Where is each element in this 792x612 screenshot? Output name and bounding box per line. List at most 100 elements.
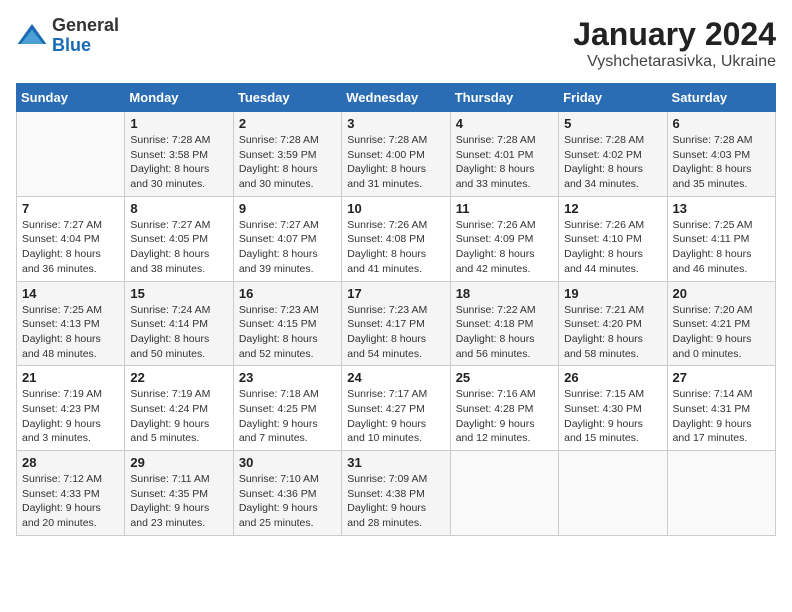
calendar-header: SundayMondayTuesdayWednesdayThursdayFrid… (17, 84, 776, 112)
calendar-cell: 12 Sunrise: 7:26 AMSunset: 4:10 PMDayligh… (559, 196, 667, 281)
calendar-cell (559, 451, 667, 536)
day-number: 13 (673, 201, 770, 216)
logo: General Blue (16, 16, 119, 56)
calendar-cell (667, 451, 775, 536)
day-number: 14 (22, 286, 119, 301)
day-number: 22 (130, 370, 227, 385)
week-row-2: 7 Sunrise: 7:27 AMSunset: 4:04 PMDaylight… (17, 196, 776, 281)
calendar-cell: 16 Sunrise: 7:23 AMSunset: 4:15 PMDayligh… (233, 281, 341, 366)
day-info: Sunrise: 7:26 AMSunset: 4:10 PMDaylight:… (564, 218, 661, 277)
week-row-4: 21 Sunrise: 7:19 AMSunset: 4:23 PMDayligh… (17, 366, 776, 451)
calendar-cell: 15Sunrise: 7:24 AMSunset: 4:14 PMDayligh… (125, 281, 233, 366)
day-number: 20 (673, 286, 770, 301)
header-day-monday: Monday (125, 84, 233, 112)
day-info: Sunrise: 7:15 AMSunset: 4:30 PMDaylight:… (564, 387, 661, 446)
calendar-cell: 7 Sunrise: 7:27 AMSunset: 4:04 PMDaylight… (17, 196, 125, 281)
day-number: 2 (239, 116, 336, 131)
calendar-cell: 8 Sunrise: 7:27 AMSunset: 4:05 PMDaylight… (125, 196, 233, 281)
day-info: Sunrise: 7:27 AMSunset: 4:07 PMDaylight:… (239, 218, 336, 277)
calendar-cell: 14 Sunrise: 7:25 AMSunset: 4:13 PMDayligh… (17, 281, 125, 366)
calendar-subtitle: Vyshchetarasivka, Ukraine (573, 53, 776, 71)
header-day-friday: Friday (559, 84, 667, 112)
calendar-cell: 13 Sunrise: 7:25 AMSunset: 4:11 PMDayligh… (667, 196, 775, 281)
day-info: Sunrise: 7:28 AMSunset: 3:59 PMDaylight:… (239, 133, 336, 192)
header-day-wednesday: Wednesday (342, 84, 450, 112)
week-row-5: 28Sunrise: 7:12 AMSunset: 4:33 PMDayligh… (17, 451, 776, 536)
calendar-cell: 17 Sunrise: 7:23 AMSunset: 4:17 PMDayligh… (342, 281, 450, 366)
day-info: Sunrise: 7:17 AMSunset: 4:27 PMDaylight:… (347, 387, 444, 446)
calendar-cell: 5 Sunrise: 7:28 AMSunset: 4:02 PMDaylight… (559, 112, 667, 197)
day-number: 15 (130, 286, 227, 301)
calendar-cell: 25Sunrise: 7:16 AMSunset: 4:28 PMDayligh… (450, 366, 558, 451)
calendar-cell: 21 Sunrise: 7:19 AMSunset: 4:23 PMDayligh… (17, 366, 125, 451)
day-number: 6 (673, 116, 770, 131)
day-number: 16 (239, 286, 336, 301)
day-number: 21 (22, 370, 119, 385)
day-number: 27 (673, 370, 770, 385)
day-number: 8 (130, 201, 227, 216)
day-info: Sunrise: 7:25 AMSunset: 4:13 PMDaylight:… (22, 303, 119, 362)
calendar-cell: 9 Sunrise: 7:27 AMSunset: 4:07 PMDaylight… (233, 196, 341, 281)
day-number: 30 (239, 455, 336, 470)
header-day-saturday: Saturday (667, 84, 775, 112)
calendar-cell: 11 Sunrise: 7:26 AMSunset: 4:09 PMDayligh… (450, 196, 558, 281)
header-day-thursday: Thursday (450, 84, 558, 112)
page-header: General Blue January 2024 Vyshchetarasiv… (16, 16, 776, 71)
day-info: Sunrise: 7:14 AMSunset: 4:31 PMDaylight:… (673, 387, 770, 446)
day-info: Sunrise: 7:19 AMSunset: 4:23 PMDaylight:… (22, 387, 119, 446)
day-number: 5 (564, 116, 661, 131)
calendar-cell: 28Sunrise: 7:12 AMSunset: 4:33 PMDayligh… (17, 451, 125, 536)
calendar-cell: 22 Sunrise: 7:19 AMSunset: 4:24 PMDayligh… (125, 366, 233, 451)
day-number: 18 (456, 286, 553, 301)
day-number: 19 (564, 286, 661, 301)
logo-icon (16, 20, 48, 52)
calendar-cell (17, 112, 125, 197)
calendar-cell: 26Sunrise: 7:15 AMSunset: 4:30 PMDayligh… (559, 366, 667, 451)
calendar-title: January 2024 (573, 16, 776, 53)
day-number: 7 (22, 201, 119, 216)
day-info: Sunrise: 7:28 AMSunset: 4:03 PMDaylight:… (673, 133, 770, 192)
week-row-1: 1 Sunrise: 7:28 AMSunset: 3:58 PMDaylight… (17, 112, 776, 197)
day-info: Sunrise: 7:19 AMSunset: 4:24 PMDaylight:… (130, 387, 227, 446)
day-number: 10 (347, 201, 444, 216)
day-number: 11 (456, 201, 553, 216)
day-info: Sunrise: 7:26 AMSunset: 4:08 PMDaylight:… (347, 218, 444, 277)
day-info: Sunrise: 7:23 AMSunset: 4:17 PMDaylight:… (347, 303, 444, 362)
calendar-cell: 19Sunrise: 7:21 AMSunset: 4:20 PMDayligh… (559, 281, 667, 366)
day-info: Sunrise: 7:20 AMSunset: 4:21 PMDaylight:… (673, 303, 770, 362)
calendar-cell (450, 451, 558, 536)
day-number: 31 (347, 455, 444, 470)
calendar-table: SundayMondayTuesdayWednesdayThursdayFrid… (16, 83, 776, 536)
calendar-cell: 1 Sunrise: 7:28 AMSunset: 3:58 PMDaylight… (125, 112, 233, 197)
day-info: Sunrise: 7:26 AMSunset: 4:09 PMDaylight:… (456, 218, 553, 277)
day-number: 12 (564, 201, 661, 216)
day-info: Sunrise: 7:16 AMSunset: 4:28 PMDaylight:… (456, 387, 553, 446)
day-number: 17 (347, 286, 444, 301)
day-number: 4 (456, 116, 553, 131)
calendar-cell: 27 Sunrise: 7:14 AMSunset: 4:31 PMDayligh… (667, 366, 775, 451)
day-info: Sunrise: 7:22 AMSunset: 4:18 PMDaylight:… (456, 303, 553, 362)
calendar-cell: 20 Sunrise: 7:20 AMSunset: 4:21 PMDayligh… (667, 281, 775, 366)
day-number: 9 (239, 201, 336, 216)
header-day-tuesday: Tuesday (233, 84, 341, 112)
day-number: 24 (347, 370, 444, 385)
day-info: Sunrise: 7:23 AMSunset: 4:15 PMDaylight:… (239, 303, 336, 362)
day-info: Sunrise: 7:28 AMSunset: 3:58 PMDaylight:… (130, 133, 227, 192)
header-row: SundayMondayTuesdayWednesdayThursdayFrid… (17, 84, 776, 112)
day-number: 28 (22, 455, 119, 470)
day-number: 1 (130, 116, 227, 131)
calendar-cell: 23Sunrise: 7:18 AMSunset: 4:25 PMDayligh… (233, 366, 341, 451)
calendar-body: 1 Sunrise: 7:28 AMSunset: 3:58 PMDaylight… (17, 112, 776, 536)
day-info: Sunrise: 7:25 AMSunset: 4:11 PMDaylight:… (673, 218, 770, 277)
calendar-cell: 4Sunrise: 7:28 AMSunset: 4:01 PMDaylight… (450, 112, 558, 197)
logo-general: General (52, 15, 119, 35)
calendar-cell: 30Sunrise: 7:10 AMSunset: 4:36 PMDayligh… (233, 451, 341, 536)
day-info: Sunrise: 7:28 AMSunset: 4:02 PMDaylight:… (564, 133, 661, 192)
day-info: Sunrise: 7:27 AMSunset: 4:04 PMDaylight:… (22, 218, 119, 277)
title-block: January 2024 Vyshchetarasivka, Ukraine (573, 16, 776, 71)
day-info: Sunrise: 7:11 AMSunset: 4:35 PMDaylight:… (130, 472, 227, 531)
logo-blue: Blue (52, 35, 91, 55)
day-info: Sunrise: 7:27 AMSunset: 4:05 PMDaylight:… (130, 218, 227, 277)
day-info: Sunrise: 7:28 AMSunset: 4:00 PMDaylight:… (347, 133, 444, 192)
calendar-cell: 31Sunrise: 7:09 AMSunset: 4:38 PMDayligh… (342, 451, 450, 536)
